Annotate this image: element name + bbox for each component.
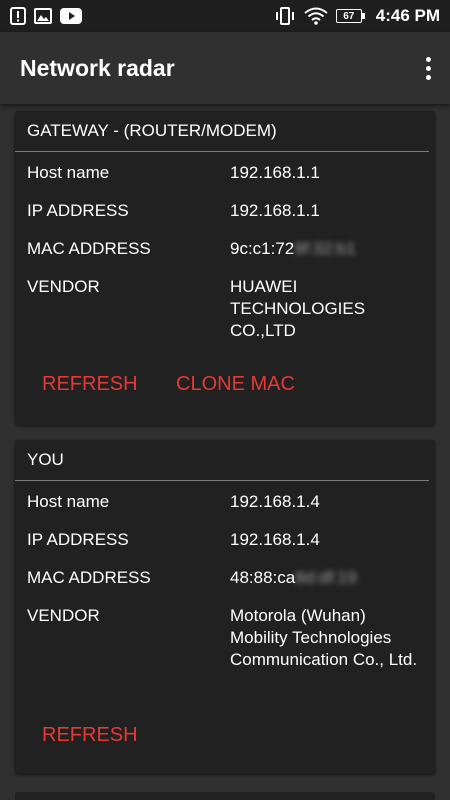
image-icon <box>34 8 52 24</box>
alert-icon <box>10 7 26 25</box>
host-name-label: Host name <box>27 492 110 511</box>
next-card-partial <box>15 792 435 800</box>
refresh-button[interactable]: REFRESH <box>42 373 138 396</box>
battery-icon: 67 <box>335 9 365 23</box>
overflow-menu-icon[interactable] <box>420 54 436 82</box>
host-name-value: 192.168.1.4 <box>230 492 320 511</box>
mac-address-value: 48:88:ca8d:df:19 <box>230 567 430 589</box>
clock: 4:46 PM <box>375 6 440 25</box>
mac-address-redacted: 9f:32:b1 <box>294 239 356 258</box>
mac-address-visible: 9c:c1:72 <box>230 239 295 258</box>
ip-address-value: 192.168.1.1 <box>230 201 320 220</box>
vendor-value: HUAWEI TECHNOLOGIES CO.,LTD <box>230 277 366 340</box>
vibrate-icon <box>274 7 296 25</box>
you-card: YOU Host name 192.168.1.4 IP ADDRESS 192… <box>15 440 435 774</box>
mac-address-redacted: 8d:df:19 <box>295 568 357 587</box>
gateway-card-header: GATEWAY - (ROUTER/MODEM) <box>15 111 429 152</box>
vendor-label: VENDOR <box>27 277 100 296</box>
app-title: Network radar <box>20 54 175 81</box>
app-bar: Network radar <box>0 32 450 104</box>
vendor-label: VENDOR <box>27 606 100 625</box>
host-name-value: 192.168.1.1 <box>230 163 320 182</box>
ip-address-label: IP ADDRESS <box>27 530 129 549</box>
wifi-icon <box>304 7 328 25</box>
status-bar: 67 4:46 PM <box>0 0 450 32</box>
you-card-header: YOU <box>15 440 429 481</box>
ip-address-label: IP ADDRESS <box>27 201 129 220</box>
gateway-card: GATEWAY - (ROUTER/MODEM) Host name 192.1… <box>15 111 435 425</box>
youtube-icon <box>60 8 82 24</box>
mac-address-label: MAC ADDRESS <box>27 568 151 587</box>
mac-address-label: MAC ADDRESS <box>27 239 151 258</box>
refresh-button[interactable]: REFRESH <box>42 724 138 747</box>
mac-address-visible: 48:88:ca <box>230 568 296 587</box>
clone-mac-button[interactable]: CLONE MAC <box>176 373 295 396</box>
vendor-value: Motorola (Wuhan) Mobility Technologies C… <box>230 606 418 669</box>
ip-address-value: 192.168.1.4 <box>230 530 320 549</box>
mac-address-value: 9c:c1:729f:32:b1 <box>230 238 430 260</box>
host-name-label: Host name <box>27 163 110 182</box>
